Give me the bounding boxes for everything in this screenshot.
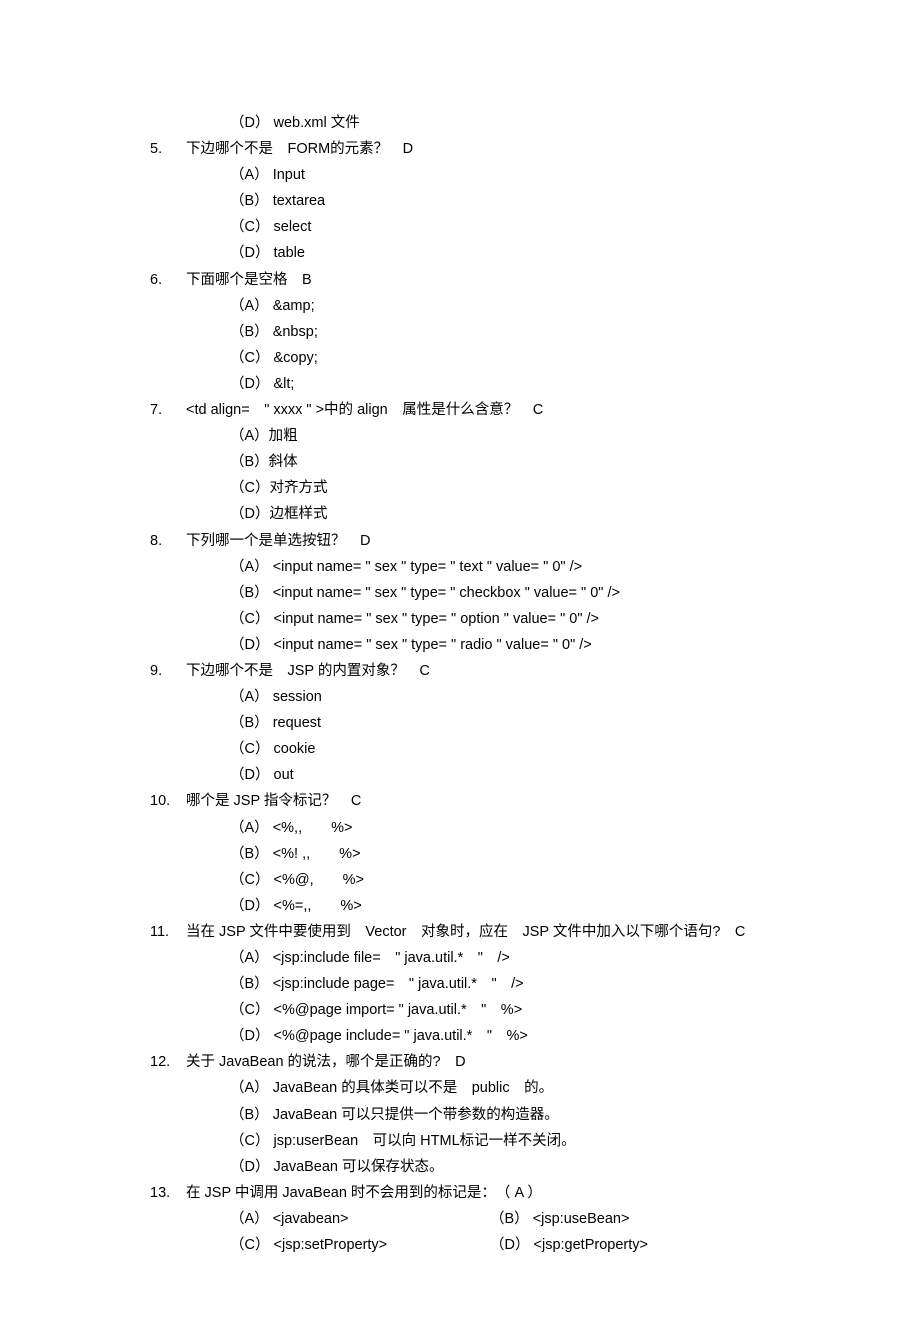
question-option: （D） <%=,, %> [150, 893, 860, 919]
question-option: （B） request [150, 710, 860, 736]
question-row: 12.关于 JavaBean 的说法，哪个是正确的? D [150, 1049, 860, 1075]
question-option: （A） <%,, %> [150, 815, 860, 841]
question-option: （B） &nbsp; [150, 319, 860, 345]
question-number: 5. [150, 136, 186, 162]
prev-question-option-d: （D） web.xml 文件 [150, 110, 860, 136]
question-stem: <td align= " xxxx " >中的 align 属性是什么含意？ C [186, 397, 860, 423]
question-stem: 下列哪一个是单选按钮？ D [186, 528, 860, 554]
question-option: （D） <%@page include= " java.util.* " %> [150, 1023, 860, 1049]
question-option: （B） JavaBean 可以只提供一个带参数的构造器。 [150, 1102, 860, 1128]
question-option: （C） <input name= " sex " type= " option … [150, 606, 860, 632]
question-number: 7. [150, 397, 186, 423]
question-option: （C） jsp:userBean 可以向 HTML标记一样不关闭。 [150, 1128, 860, 1154]
question-stem: 关于 JavaBean 的说法，哪个是正确的? D [186, 1049, 860, 1075]
question-option: （D） &lt; [150, 371, 860, 397]
question-stem: 在 JSP 中调用 JavaBean 时不会用到的标记是： （ A ） [186, 1180, 860, 1206]
question-option: （A）加粗 [150, 423, 860, 449]
question-option: （D） <jsp:getProperty> [490, 1232, 860, 1258]
question-option: （C）对齐方式 [150, 475, 860, 501]
question-option: （A） <javabean> [230, 1206, 490, 1232]
question-option-row: （C） <jsp:setProperty>（D） <jsp:getPropert… [150, 1232, 860, 1258]
question-option: （C） <jsp:setProperty> [230, 1232, 490, 1258]
document-page: （D） web.xml 文件 5.下边哪个不是 FORM的元素？ D（A） In… [0, 0, 920, 1318]
question-row: 11.当在 JSP 文件中要使用到 Vector 对象时，应在 JSP 文件中加… [150, 919, 860, 945]
question-option: （B）斜体 [150, 449, 860, 475]
question-option: （D） JavaBean 可以保存状态。 [150, 1154, 860, 1180]
question-stem: 哪个是 JSP 指令标记？ C [186, 788, 860, 814]
question-stem: 下边哪个不是 FORM的元素？ D [186, 136, 860, 162]
question-row: 13.在 JSP 中调用 JavaBean 时不会用到的标记是： （ A ） [150, 1180, 860, 1206]
question-option: （B） <jsp:useBean> [490, 1206, 860, 1232]
questions-list: 5.下边哪个不是 FORM的元素？ D（A） Input（B） textarea… [150, 136, 860, 1258]
question-number: 6. [150, 267, 186, 293]
question-option: （B） <%! ,, %> [150, 841, 860, 867]
question-option: （A） &amp; [150, 293, 860, 319]
question-number: 11. [150, 919, 186, 945]
question-stem: 当在 JSP 文件中要使用到 Vector 对象时，应在 JSP 文件中加入以下… [186, 919, 860, 945]
question-option: （C） &copy; [150, 345, 860, 371]
question-row: 7.<td align= " xxxx " >中的 align 属性是什么含意？… [150, 397, 860, 423]
question-number: 8. [150, 528, 186, 554]
question-option: （C） select [150, 214, 860, 240]
question-option: （C） <%@, %> [150, 867, 860, 893]
question-row: 8.下列哪一个是单选按钮？ D [150, 528, 860, 554]
question-row: 9.下边哪个不是 JSP 的内置对象？ C [150, 658, 860, 684]
question-option: （D） out [150, 762, 860, 788]
question-option-row: （A） <javabean>（B） <jsp:useBean> [150, 1206, 860, 1232]
question-option: （D） table [150, 240, 860, 266]
question-option: （D） <input name= " sex " type= " radio "… [150, 632, 860, 658]
question-option: （D）边框样式 [150, 501, 860, 527]
question-option: （A） <input name= " sex " type= " text " … [150, 554, 860, 580]
question-option: （C） cookie [150, 736, 860, 762]
question-option: （B） textarea [150, 188, 860, 214]
question-option: （A） Input [150, 162, 860, 188]
question-row: 10.哪个是 JSP 指令标记？ C [150, 788, 860, 814]
question-stem: 下边哪个不是 JSP 的内置对象？ C [186, 658, 860, 684]
question-option: （A） <jsp:include file= " java.util.* " /… [150, 945, 860, 971]
question-number: 9. [150, 658, 186, 684]
question-option: （B） <input name= " sex " type= " checkbo… [150, 580, 860, 606]
question-option: （B） <jsp:include page= " java.util.* " /… [150, 971, 860, 997]
question-number: 10. [150, 788, 186, 814]
question-number: 13. [150, 1180, 186, 1206]
question-number: 12. [150, 1049, 186, 1075]
question-option: （A） JavaBean 的具体类可以不是 public 的。 [150, 1075, 860, 1101]
question-row: 6.下面哪个是空格 B [150, 267, 860, 293]
question-row: 5.下边哪个不是 FORM的元素？ D [150, 136, 860, 162]
question-stem: 下面哪个是空格 B [186, 267, 860, 293]
question-option: （C） <%@page import= " java.util.* " %> [150, 997, 860, 1023]
question-option: （A） session [150, 684, 860, 710]
